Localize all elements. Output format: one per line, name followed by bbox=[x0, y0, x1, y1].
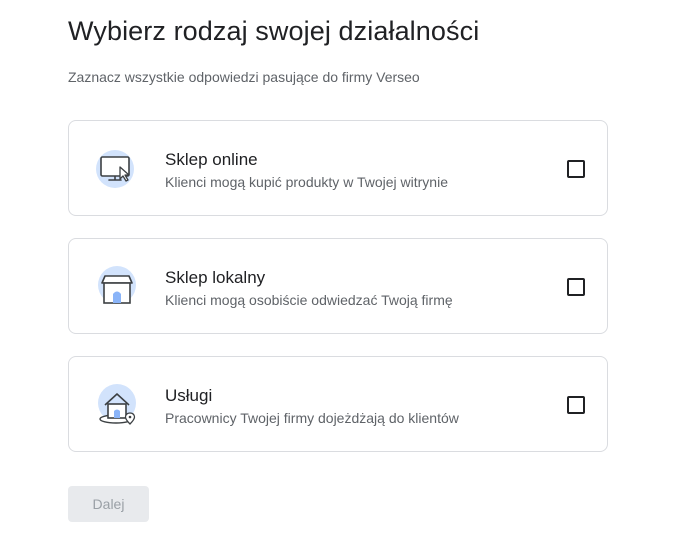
local-store-checkbox[interactable] bbox=[567, 278, 585, 296]
services-checkbox[interactable] bbox=[567, 396, 585, 414]
page-title: Wybierz rodzaj swojej działalności bbox=[68, 16, 480, 46]
option-card-local-store[interactable]: Sklep lokalny Klienci mogą osobiście odw… bbox=[68, 238, 608, 334]
option-label: Sklep online bbox=[165, 150, 258, 169]
storefront-icon bbox=[98, 266, 136, 304]
option-card-online-store[interactable]: Sklep online Klienci mogą kupić produkty… bbox=[68, 120, 608, 216]
option-label: Usługi bbox=[165, 386, 213, 405]
option-label: Sklep lokalny bbox=[165, 268, 266, 287]
option-description: Pracownicy Twojej firmy dojeżdżają do kl… bbox=[165, 410, 459, 426]
option-description: Klienci mogą osobiście odwiedzać Twoją f… bbox=[165, 292, 453, 308]
next-button[interactable]: Dalej bbox=[68, 486, 149, 522]
online-store-checkbox[interactable] bbox=[567, 160, 585, 178]
monitor-cursor-icon bbox=[96, 150, 134, 188]
option-description: Klienci mogą kupić produkty w Twojej wit… bbox=[165, 174, 448, 190]
business-type-page: Wybierz rodzaj swojej działalności Zazna… bbox=[0, 0, 682, 549]
page-subtitle: Zaznacz wszystkie odpowiedzi pasujące do… bbox=[68, 69, 420, 85]
house-location-icon bbox=[98, 384, 136, 425]
option-card-services[interactable]: Usługi Pracownicy Twojej firmy dojeżdżaj… bbox=[68, 356, 608, 452]
